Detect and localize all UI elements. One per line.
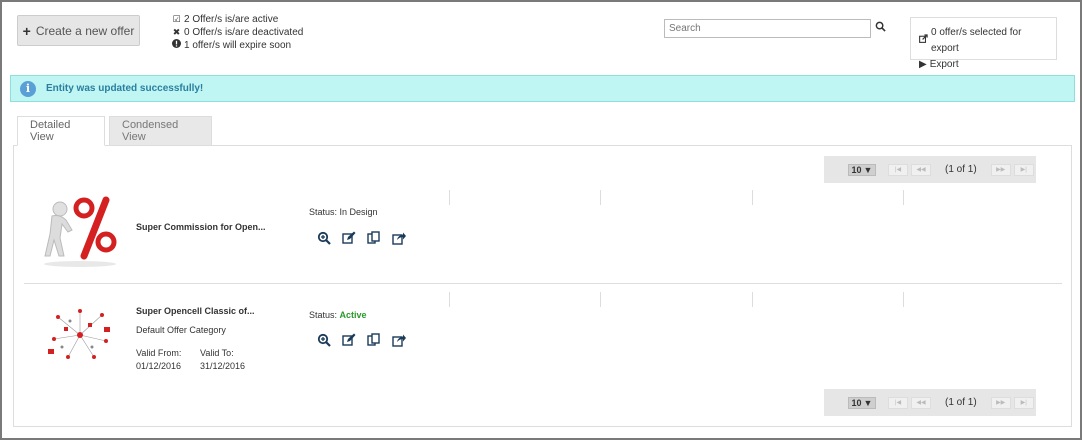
- summary-expiring: 1 offer/s will expire soon: [172, 39, 303, 52]
- plus-icon: +: [22, 22, 31, 39]
- valid-from-date: 01/12/2016: [136, 361, 182, 371]
- offer-category: Default Offer Category: [136, 325, 226, 335]
- page-info: (1 of 1): [945, 397, 977, 408]
- column-divider: [600, 190, 601, 205]
- column-divider: [449, 292, 450, 307]
- offers-panel: [13, 145, 1072, 427]
- page-size-select[interactable]: 10 ▼: [848, 163, 876, 176]
- check-square-icon: ☑: [172, 14, 181, 24]
- offer-thumbnail-percent[interactable]: [42, 194, 118, 271]
- valid-to-label: Valid To:: [200, 348, 234, 358]
- status-value: In Design: [339, 207, 378, 217]
- summary-active: ☑ 2 Offer/s is/are active: [172, 14, 279, 25]
- page-info: (1 of 1): [945, 164, 977, 175]
- first-page-button[interactable]: |◀: [888, 163, 908, 176]
- copy-icon[interactable]: [367, 231, 383, 247]
- export-selected-info: 0 offer/s selected for export: [919, 25, 1048, 57]
- next-page-button[interactable]: ▶▶: [990, 163, 1011, 176]
- column-divider: [600, 292, 601, 307]
- create-offer-label: Create a new offer: [35, 23, 135, 38]
- x-icon: ✖: [172, 27, 181, 37]
- export-panel: 0 offer/s selected for export ▶ Export: [910, 17, 1057, 70]
- column-divider: [752, 190, 753, 205]
- pager-top: 10 ▼ |◀ ◀◀ (1 of 1) ▶▶ ▶|: [824, 156, 1036, 183]
- tab-condensed-view[interactable]: Condensed View: [109, 116, 212, 146]
- info-icon: i: [20, 80, 36, 97]
- offer-thumbnail-network[interactable]: [44, 305, 116, 366]
- tab-detailed-view[interactable]: Detailed View: [17, 116, 105, 146]
- offer-title[interactable]: Super Opencell Classic of...: [136, 306, 255, 316]
- offer-title[interactable]: Super Commission for Open...: [136, 222, 266, 232]
- success-alert: i Entity was updated successfully!: [10, 75, 1075, 102]
- column-divider: [449, 190, 450, 205]
- alert-message: Entity was updated successfully!: [46, 83, 204, 94]
- offer-actions: [317, 333, 408, 349]
- search-icon[interactable]: [875, 21, 887, 33]
- edit-icon[interactable]: [342, 333, 358, 349]
- caret-down-icon: ▼: [863, 164, 873, 175]
- valid-from-label: Valid From:: [136, 348, 182, 358]
- row-divider: [24, 283, 1062, 284]
- offer-actions: [317, 231, 408, 247]
- column-divider: [752, 292, 753, 307]
- status-value: Active: [339, 310, 367, 320]
- edit-icon[interactable]: [342, 231, 358, 247]
- export-link[interactable]: ▶ Export: [919, 57, 1048, 73]
- column-divider: [903, 190, 904, 205]
- create-offer-button[interactable]: + Create a new offer: [17, 15, 140, 46]
- play-icon: ▶: [919, 59, 927, 70]
- offer-summary: ☑ 2 Offer/s is/are active ✖ 0 Offer/s is…: [172, 13, 303, 52]
- last-page-button[interactable]: ▶|: [1013, 396, 1034, 409]
- search-input[interactable]: [664, 19, 871, 38]
- zoom-in-icon[interactable]: [317, 333, 333, 349]
- valid-to-date: 31/12/2016: [200, 361, 246, 371]
- caret-down-icon: ▼: [863, 397, 873, 408]
- offer-status: Status: In Design: [309, 207, 378, 217]
- page-size-select[interactable]: 10 ▼: [848, 396, 876, 409]
- column-divider: [903, 292, 904, 307]
- share-icon: [919, 33, 928, 49]
- copy-icon[interactable]: [367, 333, 383, 349]
- next-page-button[interactable]: ▶▶: [990, 396, 1011, 409]
- prev-page-button[interactable]: ◀◀: [911, 163, 931, 176]
- offer-status: Status: Active: [309, 310, 367, 320]
- prev-page-button[interactable]: ◀◀: [911, 396, 931, 409]
- first-page-button[interactable]: |◀: [888, 396, 908, 409]
- summary-deactivated: ✖ 0 Offer/s is/are deactivated: [172, 27, 304, 38]
- share-icon[interactable]: [392, 231, 408, 247]
- exclamation-circle-icon: [172, 39, 181, 52]
- last-page-button[interactable]: ▶|: [1013, 163, 1034, 176]
- pager-bottom: 10 ▼ |◀ ◀◀ (1 of 1) ▶▶ ▶|: [824, 389, 1036, 416]
- zoom-in-icon[interactable]: [317, 231, 333, 247]
- share-icon[interactable]: [392, 333, 408, 349]
